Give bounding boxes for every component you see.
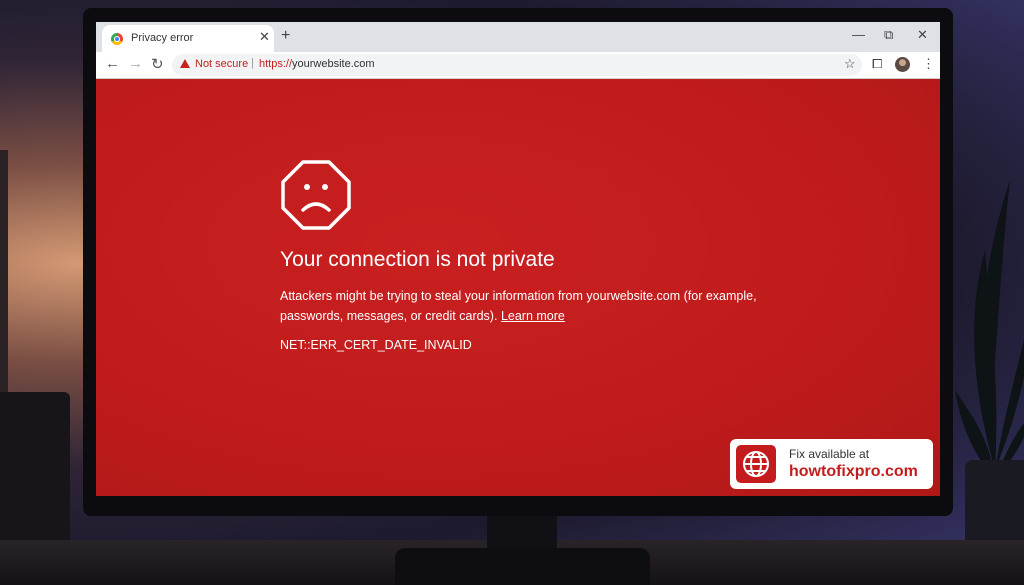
- sad-octagon-icon: [281, 160, 351, 230]
- minimize-button[interactable]: —: [852, 27, 865, 42]
- url-host: yourwebsite.com: [292, 58, 375, 70]
- toolbar: ← → ↻ Not secure | https://yourwebsite.c…: [96, 52, 940, 79]
- warning-triangle-icon: [180, 59, 190, 68]
- extensions-icon[interactable]: ⧠: [872, 56, 882, 72]
- learn-more-link[interactable]: Learn more: [501, 309, 565, 323]
- avatar[interactable]: [895, 57, 910, 72]
- monitor-stand: [487, 513, 557, 553]
- tab-strip: Privacy error ✕ + — ⧉ ✕: [96, 22, 940, 52]
- chrome-favicon-icon: [111, 33, 123, 45]
- forward-button[interactable]: →: [128, 55, 143, 72]
- menu-icon[interactable]: ⋮: [922, 56, 935, 72]
- badge-domain: howtofixpro.com: [789, 463, 918, 480]
- browser-window: Privacy error ✕ + — ⧉ ✕ ← → ↻ Not secure…: [96, 22, 940, 496]
- url-protocol: https://: [259, 58, 293, 70]
- url-separator: |: [251, 57, 254, 69]
- monitor-foot: [395, 548, 650, 585]
- tab-privacy-error[interactable]: Privacy error ✕: [102, 25, 274, 52]
- back-button[interactable]: ←: [105, 55, 120, 72]
- lamp-base: [0, 392, 70, 552]
- window-close-button[interactable]: ✕: [917, 27, 928, 43]
- address-bar[interactable]: Not secure | https://yourwebsite.com: [172, 54, 862, 76]
- url-text: https://yourwebsite.com: [259, 58, 375, 70]
- error-code: NET::ERR_CERT_DATE_INVALID: [280, 338, 472, 352]
- bookmark-star-icon[interactable]: ☆: [844, 56, 856, 72]
- badge-caption: Fix available at: [789, 447, 870, 461]
- globe-icon: [743, 451, 769, 477]
- tab-title: Privacy error: [131, 32, 194, 44]
- reload-button[interactable]: ↻: [151, 55, 164, 73]
- lamp-pole: [0, 150, 8, 395]
- restore-button[interactable]: ⧉: [884, 27, 893, 43]
- tab-close-icon[interactable]: ✕: [259, 29, 270, 45]
- new-tab-button[interactable]: +: [281, 27, 290, 45]
- error-description: Attackers might be trying to steal your …: [280, 287, 780, 326]
- error-page: Your connection is not private Attackers…: [96, 79, 940, 496]
- page-title: Your connection is not private: [280, 248, 555, 271]
- promo-badge: Fix available at howtofixpro.com: [730, 439, 933, 489]
- security-chip[interactable]: Not secure: [195, 58, 248, 70]
- badge-icon-box: [736, 445, 776, 483]
